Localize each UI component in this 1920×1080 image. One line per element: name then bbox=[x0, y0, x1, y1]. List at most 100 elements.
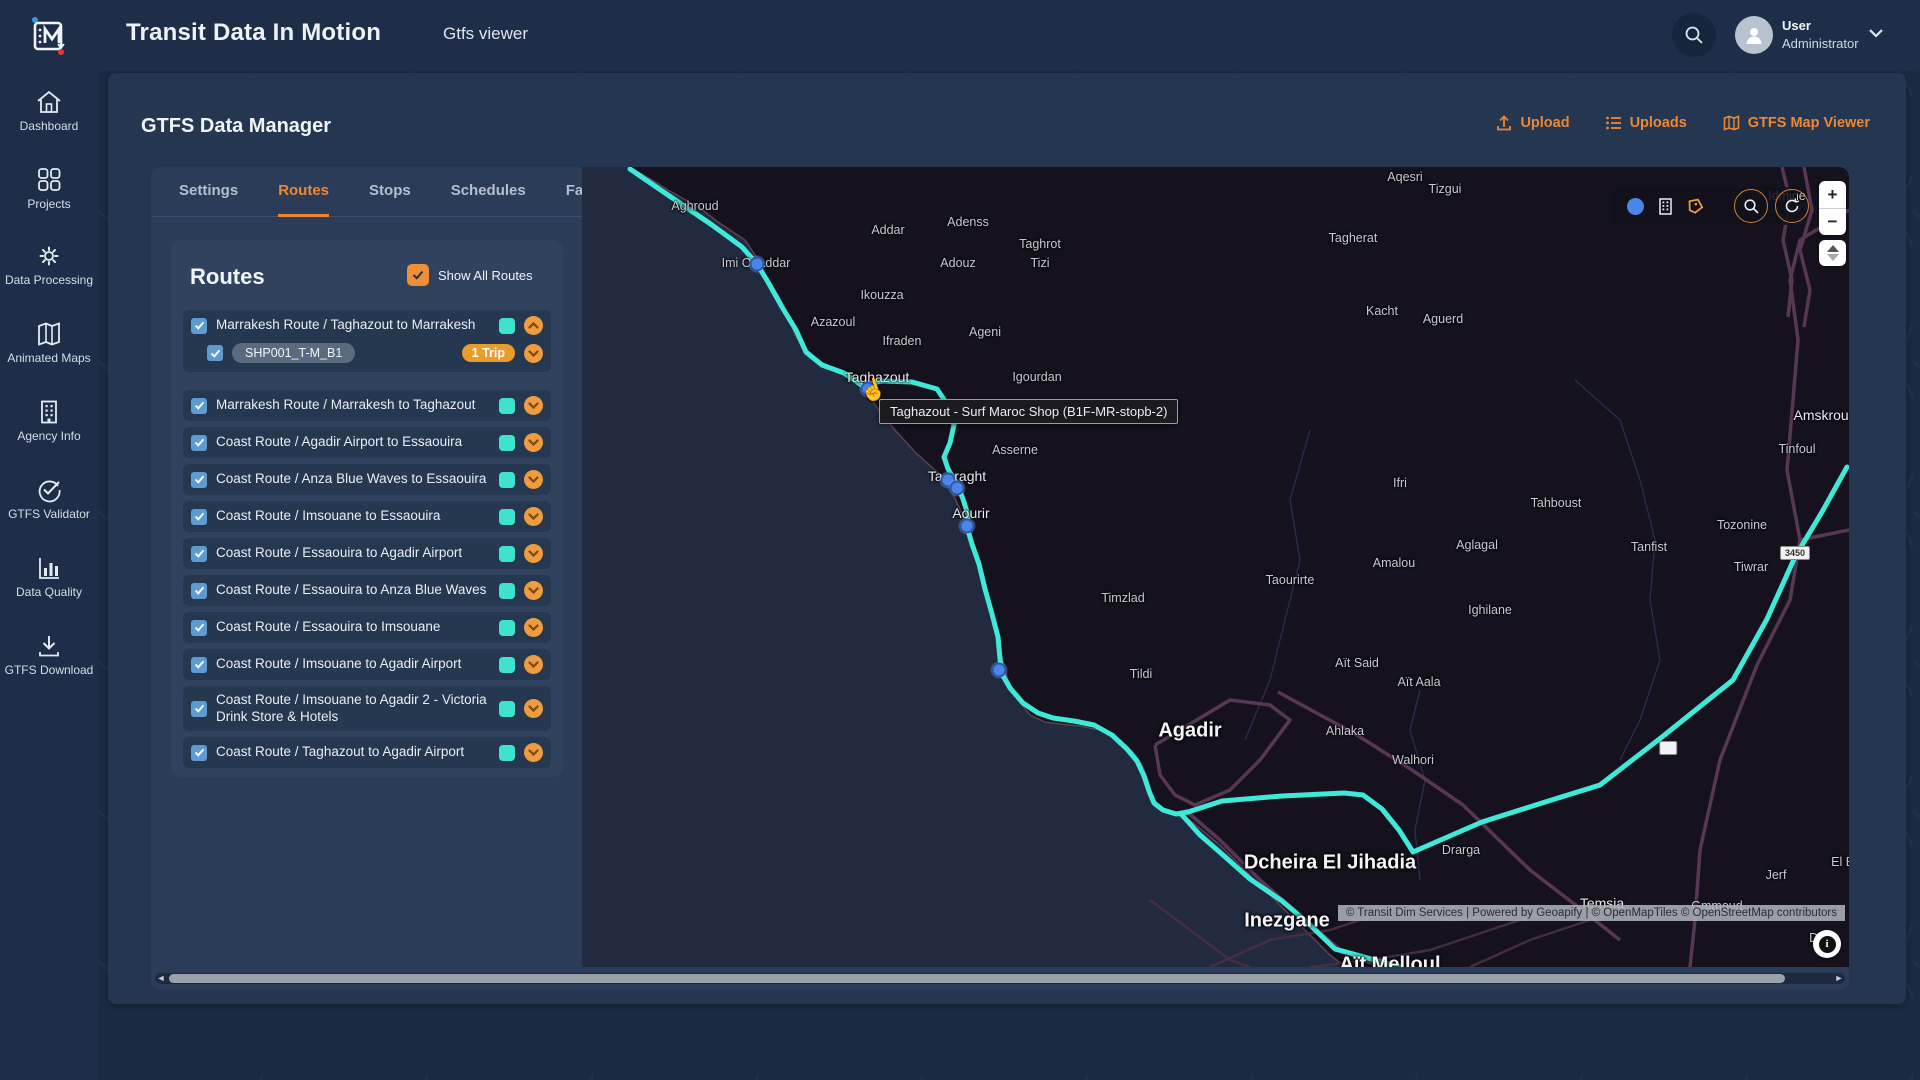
sidebar-item-gtfs-validator[interactable]: GTFS Validator bbox=[0, 477, 98, 521]
route-checkbox[interactable] bbox=[191, 701, 207, 717]
user-avatar[interactable] bbox=[1735, 16, 1773, 54]
route-row[interactable]: Marrakesh Route / Marrakesh to Taghazout bbox=[183, 390, 551, 421]
route-color-swatch[interactable] bbox=[499, 701, 515, 717]
map-toolbar bbox=[1612, 187, 1797, 225]
sidebar-item-data-quality[interactable]: Data Quality bbox=[0, 555, 98, 599]
tab-stops[interactable]: Stops bbox=[369, 167, 411, 217]
stop-marker[interactable] bbox=[960, 519, 975, 534]
stop-marker[interactable] bbox=[750, 257, 765, 272]
route-color-swatch[interactable] bbox=[499, 546, 515, 562]
route-checkbox[interactable] bbox=[191, 745, 207, 761]
uploads-button[interactable]: Uploads bbox=[1606, 115, 1687, 131]
sidebar-item-animated-maps[interactable]: Animated Maps bbox=[0, 321, 98, 365]
route-row[interactable]: Coast Route / Anza Blue Waves to Essaoui… bbox=[183, 464, 551, 495]
shape-checkbox[interactable] bbox=[207, 345, 223, 361]
refresh-icon bbox=[1784, 198, 1800, 214]
route-row[interactable]: Coast Route / Imsouane to Agadir 2 - Vic… bbox=[183, 686, 551, 731]
route-checkbox[interactable] bbox=[191, 546, 207, 562]
route-row[interactable]: Coast Route / Essaouira to Imsouane bbox=[183, 612, 551, 643]
user-menu-chevron-icon[interactable] bbox=[1868, 28, 1884, 38]
app-logo-icon[interactable] bbox=[26, 13, 72, 59]
map-search-button[interactable] bbox=[1734, 189, 1768, 223]
scrollbar-track[interactable]: ◄ ► bbox=[155, 973, 1845, 984]
map-refresh-button[interactable] bbox=[1775, 189, 1809, 223]
show-all-checkbox[interactable] bbox=[407, 264, 429, 286]
header-search-button[interactable] bbox=[1672, 13, 1716, 57]
search-icon bbox=[1684, 25, 1704, 45]
route-checkbox[interactable] bbox=[191, 657, 207, 673]
card-actions: Upload Uploads GTFS Map Viewer bbox=[1496, 115, 1870, 131]
route-expand-button[interactable] bbox=[524, 655, 543, 674]
route-expand-button[interactable] bbox=[524, 699, 543, 718]
road-shield bbox=[1659, 741, 1677, 755]
route-color-swatch[interactable] bbox=[499, 657, 515, 673]
route-row[interactable]: Coast Route / Imsouane to Agadir Airport bbox=[183, 649, 551, 680]
route-row[interactable]: Coast Route / Essaouira to Agadir Airpor… bbox=[183, 538, 551, 569]
route-checkbox[interactable] bbox=[191, 583, 207, 599]
route-checkbox[interactable] bbox=[191, 509, 207, 525]
shape-row[interactable]: SHP001_T-M_B11 Trip bbox=[183, 341, 551, 372]
sidebar-item-gtfs-download[interactable]: GTFS Download bbox=[0, 633, 98, 677]
route-expand-button[interactable] bbox=[524, 581, 543, 600]
route-expand-button[interactable] bbox=[524, 433, 543, 452]
pitch-control[interactable] bbox=[1819, 240, 1846, 266]
gtfs-map-viewer-button[interactable]: GTFS Map Viewer bbox=[1723, 115, 1870, 131]
route-expand-button[interactable] bbox=[524, 470, 543, 489]
upload-button[interactable]: Upload bbox=[1496, 115, 1569, 131]
route-checkbox[interactable] bbox=[191, 472, 207, 488]
route-color-swatch[interactable] bbox=[499, 583, 515, 599]
route-color-swatch[interactable] bbox=[499, 318, 515, 334]
sidebar-item-dashboard[interactable]: Dashboard bbox=[0, 89, 98, 133]
route-color-swatch[interactable] bbox=[499, 509, 515, 525]
stop-marker[interactable] bbox=[950, 481, 965, 496]
upload-icon bbox=[1496, 115, 1512, 131]
route-expand-button[interactable] bbox=[524, 507, 543, 526]
buildings-layer-icon[interactable] bbox=[1658, 198, 1673, 215]
route-checkbox[interactable] bbox=[191, 398, 207, 414]
tab-routes[interactable]: Routes bbox=[278, 167, 329, 217]
map-viewport[interactable]: AghroudImi OuaddarAddarAdenssTaghrotAdou… bbox=[582, 167, 1849, 967]
route-color-swatch[interactable] bbox=[499, 435, 515, 451]
sidebar-item-data-processing[interactable]: Data Processing bbox=[0, 243, 98, 287]
zoom-control: + − bbox=[1819, 181, 1846, 235]
route-color-swatch[interactable] bbox=[499, 620, 515, 636]
route-expand-button[interactable] bbox=[524, 618, 543, 637]
shape-expand-button[interactable] bbox=[524, 344, 543, 363]
tab-schedules[interactable]: Schedules bbox=[451, 167, 526, 217]
scroll-right-arrow[interactable]: ► bbox=[1833, 973, 1845, 984]
scroll-left-arrow[interactable]: ◄ bbox=[155, 973, 167, 984]
route-expand-button[interactable] bbox=[524, 544, 543, 563]
route-color-swatch[interactable] bbox=[499, 472, 515, 488]
list-icon bbox=[1606, 116, 1622, 130]
labels-tag-icon[interactable] bbox=[1686, 197, 1704, 215]
stops-layer-toggle-icon[interactable] bbox=[1627, 198, 1644, 215]
zoom-out-button[interactable]: − bbox=[1819, 209, 1846, 236]
zoom-in-button[interactable]: + bbox=[1819, 181, 1846, 209]
route-checkbox[interactable] bbox=[191, 620, 207, 636]
route-name: Coast Route / Essaouira to Imsouane bbox=[216, 619, 490, 636]
tab-settings[interactable]: Settings bbox=[179, 167, 238, 217]
route-checkbox[interactable] bbox=[191, 435, 207, 451]
route-row[interactable]: Coast Route / Imsouane to Essaouira bbox=[183, 501, 551, 532]
route-expand-button[interactable] bbox=[524, 316, 543, 335]
map-info-button[interactable]: i bbox=[1813, 930, 1841, 958]
route-row[interactable]: Marrakesh Route / Taghazout to Marrakesh bbox=[183, 310, 551, 341]
stop-marker[interactable] bbox=[992, 663, 1007, 678]
sidebar-item-projects[interactable]: Projects bbox=[0, 167, 98, 211]
route-name: Coast Route / Imsouane to Agadir Airport bbox=[216, 656, 490, 673]
shape-id-pill[interactable]: SHP001_T-M_B1 bbox=[232, 343, 355, 363]
route-row[interactable]: Coast Route / Taghazout to Agadir Airpor… bbox=[183, 737, 551, 768]
route-row[interactable]: Coast Route / Agadir Airport to Essaouir… bbox=[183, 427, 551, 458]
route-expand-button[interactable] bbox=[524, 743, 543, 762]
route-expand-button[interactable] bbox=[524, 396, 543, 415]
building-icon bbox=[35, 399, 63, 425]
show-all-routes-toggle[interactable]: Show All Routes bbox=[407, 264, 533, 286]
route-color-swatch[interactable] bbox=[499, 745, 515, 761]
sidebar-item-agency-info[interactable]: Agency Info bbox=[0, 399, 98, 443]
grid-icon bbox=[35, 167, 63, 193]
route-row[interactable]: Coast Route / Essaouira to Anza Blue Wav… bbox=[183, 575, 551, 606]
scrollbar-thumb[interactable] bbox=[169, 974, 1785, 983]
route-checkbox[interactable] bbox=[191, 318, 207, 334]
route-color-swatch[interactable] bbox=[499, 398, 515, 414]
route-group-expanded: Marrakesh Route / Taghazout to Marrakesh… bbox=[183, 310, 551, 372]
